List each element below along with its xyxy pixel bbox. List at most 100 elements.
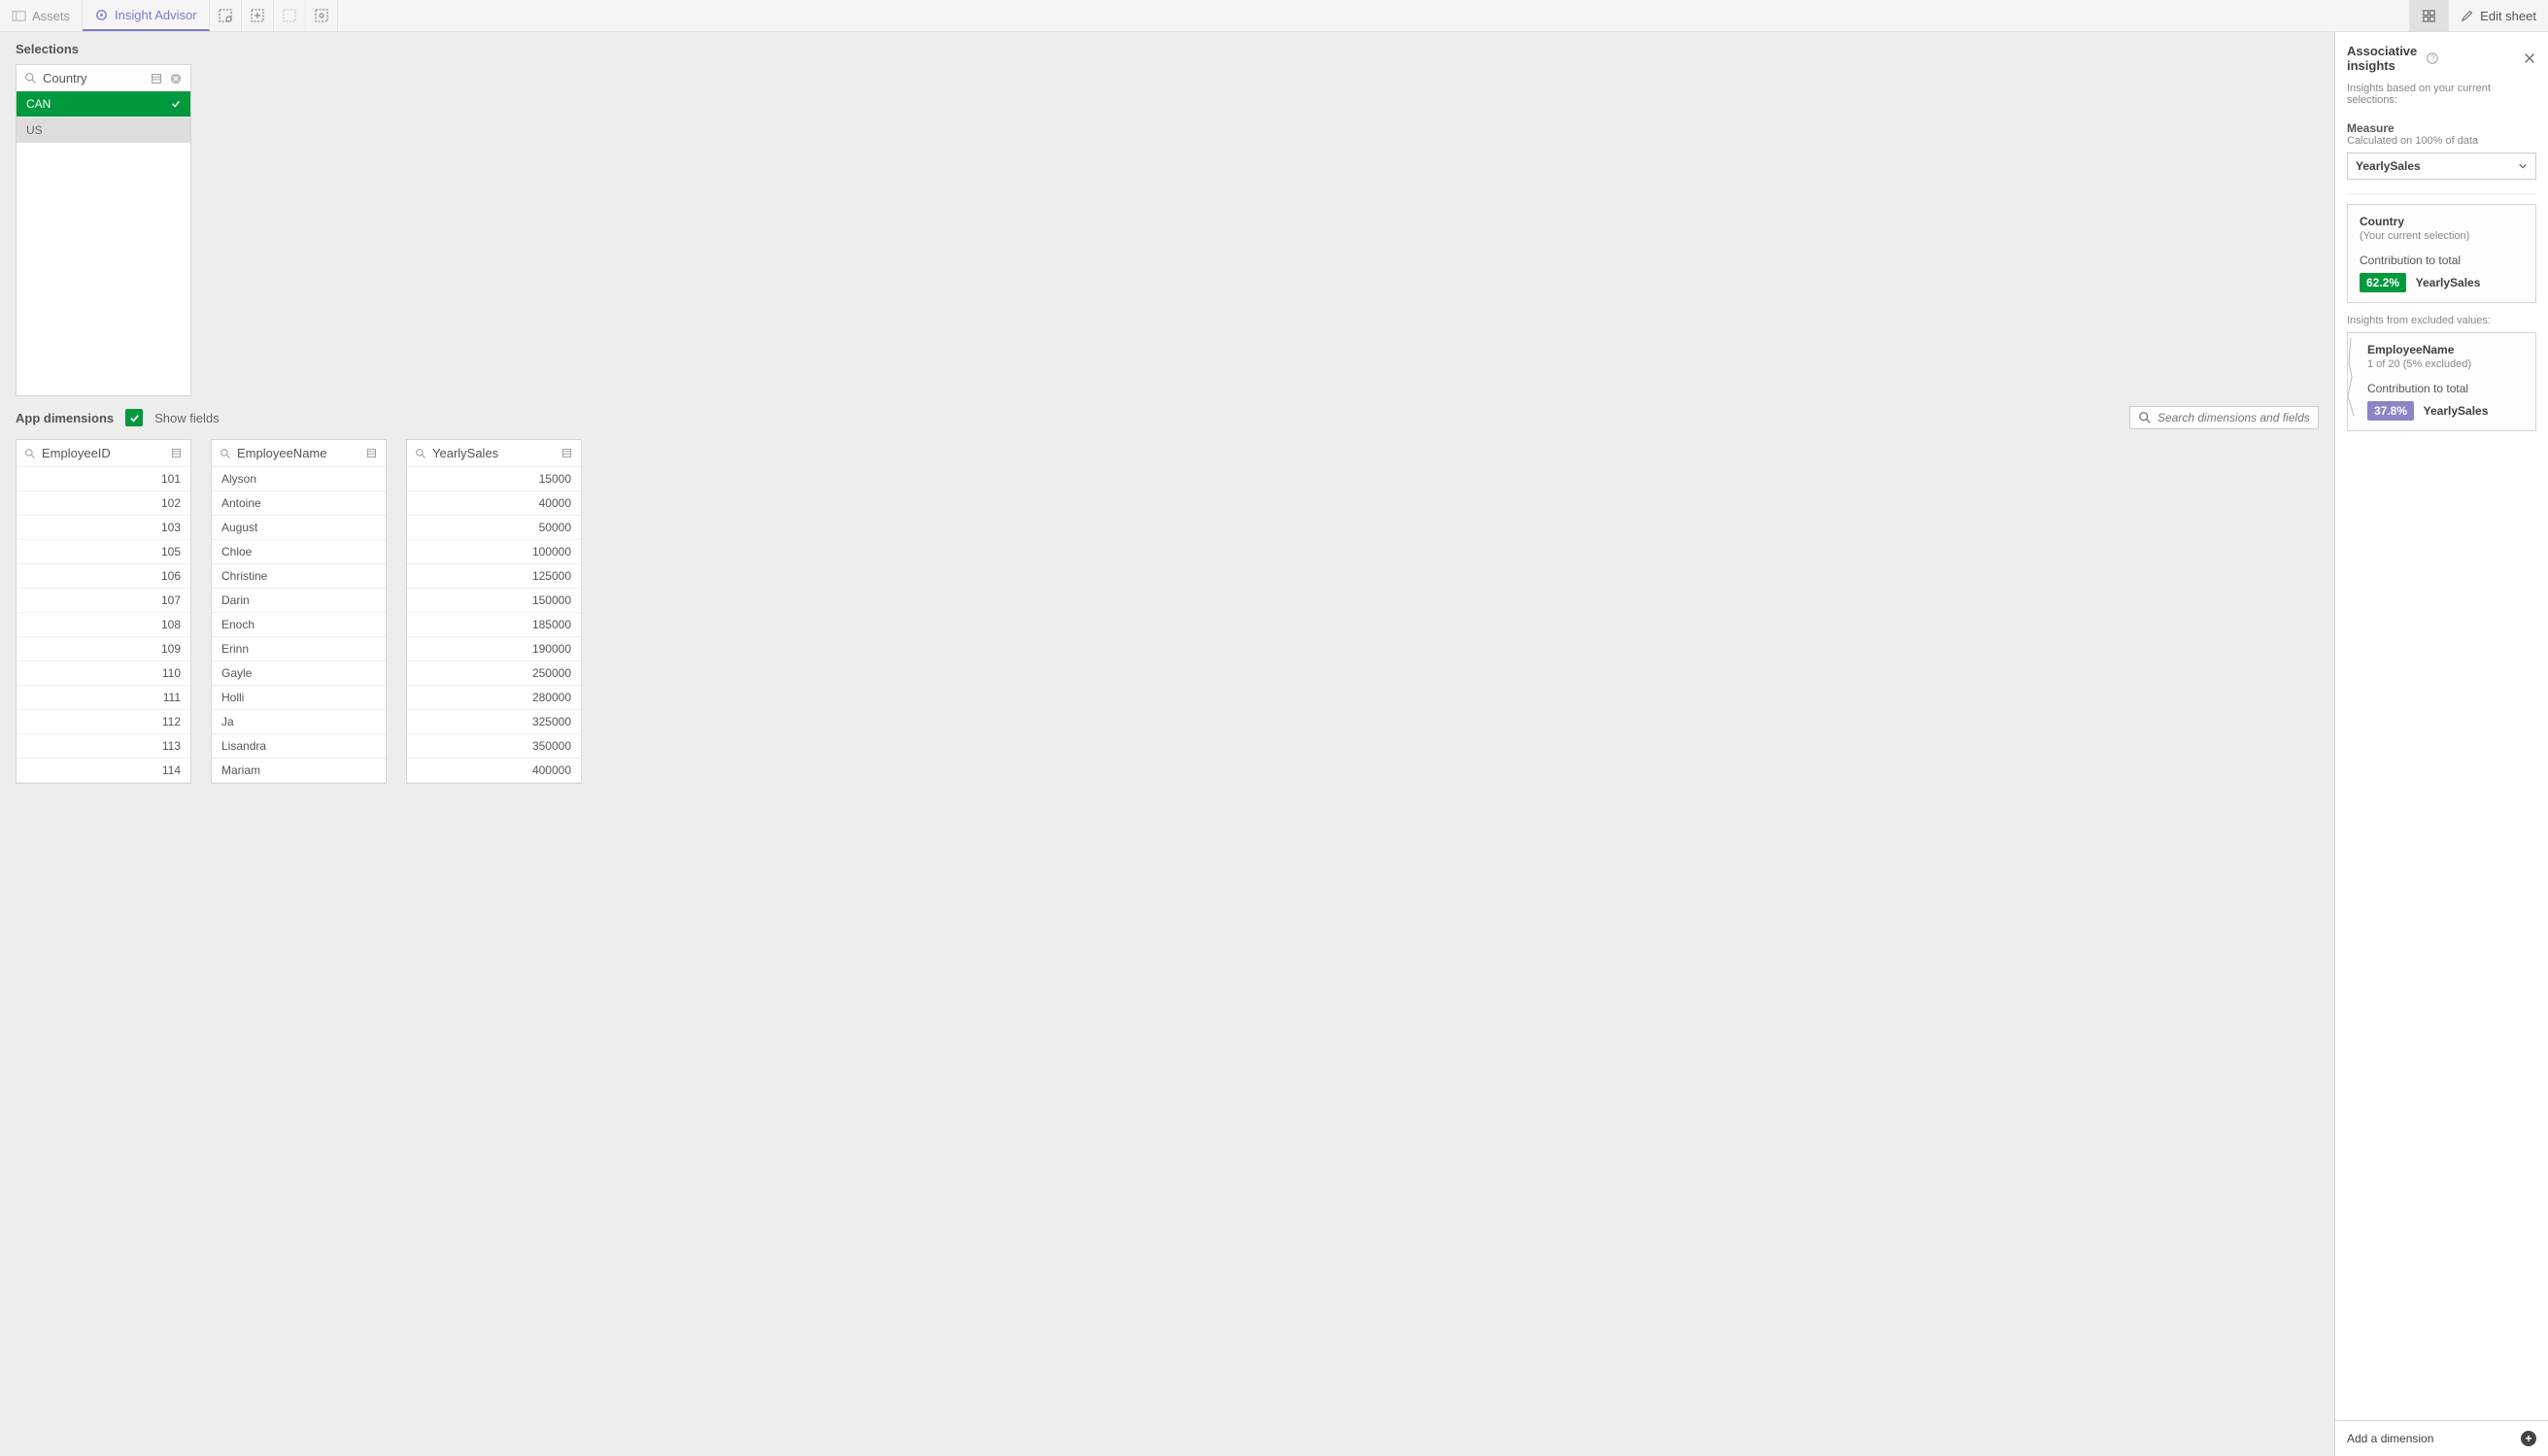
search-icon: [2138, 411, 2152, 424]
insight-card-excluded[interactable]: EmployeeName 1 of 20 (5% excluded) Contr…: [2347, 332, 2536, 431]
selection-tool-1[interactable]: [210, 0, 242, 31]
insight-card-title: Country: [2360, 215, 2524, 228]
dimension-value[interactable]: 150000: [407, 589, 581, 613]
dimension-card-title: EmployeeName: [237, 446, 359, 460]
dimension-cards-container: EmployeeID 10110210310510610710810911011…: [0, 439, 2334, 784]
assets-tab[interactable]: Assets: [0, 0, 83, 31]
dimension-value[interactable]: Darin: [212, 589, 386, 613]
dimension-value[interactable]: 113: [17, 734, 190, 759]
selection-tool-2[interactable]: [242, 0, 274, 31]
contribution-badge-green: 62.2%: [2360, 273, 2406, 292]
dimension-value[interactable]: Holli: [212, 686, 386, 710]
selection-tool-4[interactable]: [306, 0, 338, 31]
contribution-measure: YearlySales: [2424, 404, 2489, 418]
selection-value-alternative[interactable]: US: [17, 117, 190, 143]
selection-tool-3[interactable]: [274, 0, 306, 31]
search-icon: [24, 72, 37, 85]
selection-field-name: Country: [43, 71, 144, 85]
dimension-value[interactable]: Alyson: [212, 467, 386, 491]
dimension-value[interactable]: 110: [17, 661, 190, 686]
dimension-value[interactable]: 15000: [407, 467, 581, 491]
dimension-value[interactable]: 109: [17, 637, 190, 661]
search-icon: [220, 448, 231, 459]
dimension-value[interactable]: 325000: [407, 710, 581, 734]
grid-view-button[interactable]: [2409, 0, 2448, 31]
dimension-value[interactable]: 280000: [407, 686, 581, 710]
assets-label: Assets: [32, 9, 70, 23]
insight-advisor-icon: [94, 8, 109, 22]
dimension-value[interactable]: Mariam: [212, 759, 386, 783]
selection-value-selected[interactable]: CAN: [17, 91, 190, 117]
close-icon[interactable]: [2523, 51, 2536, 65]
dimension-card: EmployeeName AlysonAntoineAugustChloeChr…: [211, 439, 387, 784]
top-toolbar: Assets Insight Advisor Edit sheet: [0, 0, 2548, 32]
measure-dropdown[interactable]: YearlySales: [2347, 152, 2536, 180]
dimension-value[interactable]: August: [212, 516, 386, 540]
dimension-value[interactable]: 107: [17, 589, 190, 613]
dimension-search-box[interactable]: [2129, 406, 2319, 429]
dimension-value[interactable]: 112: [17, 710, 190, 734]
search-icon: [415, 448, 426, 459]
dimension-value[interactable]: 50000: [407, 516, 581, 540]
insight-advisor-tab[interactable]: Insight Advisor: [83, 0, 210, 31]
dimension-value[interactable]: Lisandra: [212, 734, 386, 759]
plus-icon: +: [2521, 1431, 2536, 1446]
assets-icon: [12, 9, 26, 23]
dimension-value[interactable]: Christine: [212, 564, 386, 589]
dimension-value[interactable]: 40000: [407, 491, 581, 516]
dimension-value[interactable]: Ja: [212, 710, 386, 734]
edit-sheet-label: Edit sheet: [2480, 9, 2536, 23]
dimension-value[interactable]: 400000: [407, 759, 581, 783]
edit-sheet-button[interactable]: Edit sheet: [2448, 0, 2548, 31]
search-icon: [24, 448, 36, 459]
show-fields-checkbox[interactable]: [125, 409, 143, 426]
selection-field-card: Country CAN US: [16, 64, 191, 396]
add-dimension-button[interactable]: Add a dimension +: [2335, 1420, 2548, 1456]
list-icon[interactable]: [365, 447, 378, 459]
dimension-card: YearlySales 1500040000500001000001250001…: [406, 439, 582, 784]
dimension-value[interactable]: Antoine: [212, 491, 386, 516]
clear-selection-icon[interactable]: [169, 72, 183, 85]
insight-card-sub: 1 of 20 (5% excluded): [2367, 358, 2524, 370]
list-icon[interactable]: [561, 447, 573, 459]
insights-subtitle: Insights based on your current selection…: [2335, 79, 2548, 116]
help-icon[interactable]: ?: [2426, 51, 2439, 65]
show-fields-label: Show fields: [154, 411, 219, 425]
dimension-value[interactable]: 350000: [407, 734, 581, 759]
list-icon[interactable]: [170, 447, 183, 459]
insight-advisor-label: Insight Advisor: [115, 8, 197, 22]
dimension-value[interactable]: 125000: [407, 564, 581, 589]
dimension-value[interactable]: 111: [17, 686, 190, 710]
selections-heading: Selections: [0, 32, 2334, 64]
dimension-value[interactable]: Gayle: [212, 661, 386, 686]
chevron-down-icon: [2518, 161, 2528, 171]
dimension-value[interactable]: Erinn: [212, 637, 386, 661]
dimension-value[interactable]: Chloe: [212, 540, 386, 564]
list-icon[interactable]: [150, 72, 163, 85]
dimension-value[interactable]: 114: [17, 759, 190, 783]
dimension-value[interactable]: 102: [17, 491, 190, 516]
check-icon: [171, 99, 181, 109]
dimension-value[interactable]: 100000: [407, 540, 581, 564]
insight-card-sub: (Your current selection): [2360, 230, 2524, 242]
dimension-value[interactable]: 250000: [407, 661, 581, 686]
dimension-value[interactable]: 190000: [407, 637, 581, 661]
dimension-card-title: EmployeeID: [42, 446, 164, 460]
associative-insights-panel: Associative insights ? Insights based on…: [2334, 32, 2548, 1456]
measure-note: Calculated on 100% of data: [2347, 135, 2536, 147]
insight-card-contrib-label: Contribution to total: [2360, 254, 2524, 267]
dimension-value[interactable]: 185000: [407, 613, 581, 637]
dimension-value[interactable]: 106: [17, 564, 190, 589]
dimension-value[interactable]: 101: [17, 467, 190, 491]
sparkline-accent: [2346, 333, 2352, 430]
insight-card-title: EmployeeName: [2367, 343, 2524, 356]
dimension-value[interactable]: 103: [17, 516, 190, 540]
dimension-value[interactable]: 105: [17, 540, 190, 564]
dimension-value[interactable]: 108: [17, 613, 190, 637]
insight-card-selection[interactable]: Country (Your current selection) Contrib…: [2347, 204, 2536, 303]
dimension-value[interactable]: Enoch: [212, 613, 386, 637]
dimension-search-input[interactable]: [2157, 411, 2310, 424]
add-dimension-label: Add a dimension: [2347, 1432, 2433, 1445]
insight-card-contrib-label: Contribution to total: [2367, 382, 2524, 395]
selection-empty-area: [17, 143, 190, 395]
